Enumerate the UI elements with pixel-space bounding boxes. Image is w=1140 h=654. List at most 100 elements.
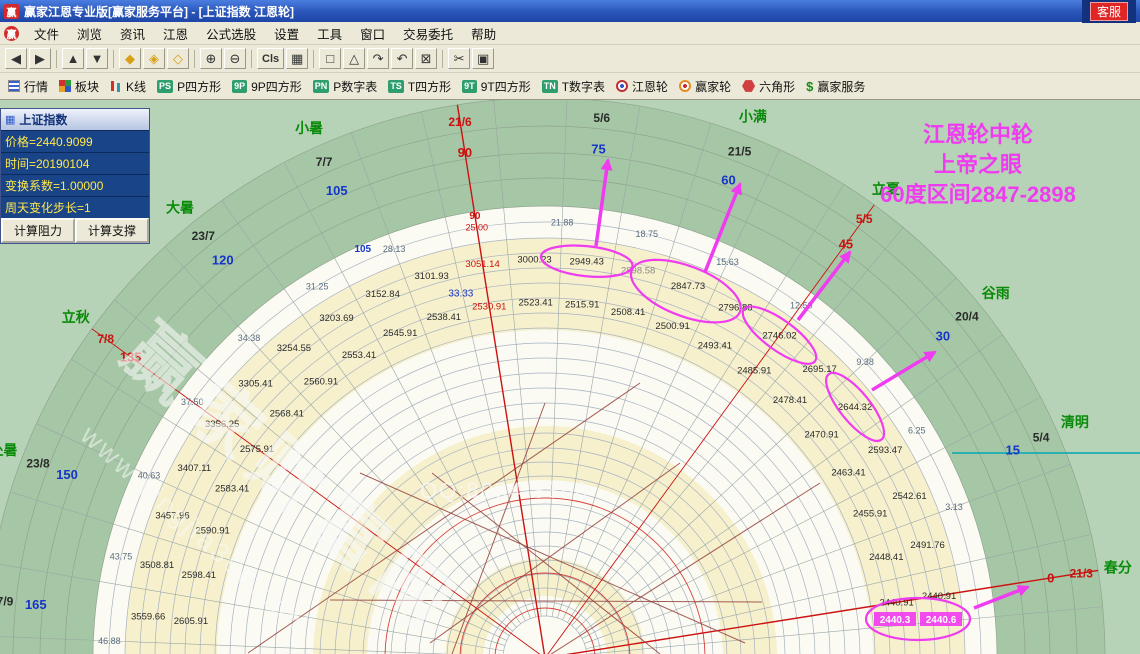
ribbon-item-9p[interactable]: 9P 9P四方形 (232, 78, 302, 95)
cls-button[interactable]: Cls (257, 48, 285, 69)
menu-item[interactable]: 交易委托 (394, 22, 462, 45)
ribbon-label: 六角形 (759, 79, 796, 94)
svg-text:105: 105 (354, 244, 371, 255)
diamond-outline-button[interactable]: ◇ (167, 48, 189, 69)
zoom-in-button[interactable]: ⊕ (200, 48, 222, 69)
svg-text:2478.41: 2478.41 (773, 395, 807, 406)
svg-text:大暑: 大暑 (166, 199, 194, 215)
toolbar-separator (251, 49, 252, 68)
menu-item[interactable]: 窗口 (351, 22, 394, 45)
menu-item[interactable]: 资讯 (111, 22, 154, 45)
ribbon-label: K线 (126, 79, 147, 94)
rect-tool-button[interactable]: □ (319, 48, 342, 69)
svg-text:2485.91: 2485.91 (737, 365, 771, 376)
svg-text:立夏: 立夏 (872, 181, 901, 197)
quotes-icon (8, 80, 20, 92)
svg-text:2560.91: 2560.91 (304, 377, 338, 388)
customer-service-button[interactable]: 客服 (1089, 1, 1128, 21)
svg-text:2949.43: 2949.43 (570, 257, 604, 268)
svg-text:135: 135 (120, 350, 142, 365)
ribbon-item-hexagon[interactable]: 六角形 (742, 78, 795, 95)
back-button[interactable]: ◀ (5, 48, 27, 69)
info-row: 时间=20190104 (1, 152, 149, 174)
svg-text:21/6: 21/6 (448, 115, 472, 129)
ribbon-item-ts[interactable]: TS T四方形 (388, 78, 451, 95)
ribbon-item-quotes[interactable]: 行情 (8, 78, 48, 95)
hexagon-icon (742, 80, 756, 92)
svg-text:23/7: 23/7 (192, 229, 216, 243)
ribbon-item-dollar[interactable]: $ 赢家服务 (806, 78, 865, 95)
chart-area: 0 15 30 45 60 75 90 105 120 135 150 165 21/3 5/4 20/4 5… (0, 100, 1140, 654)
svg-text:2796.88: 2796.88 (718, 303, 752, 314)
menu-item[interactable]: 设置 (265, 22, 308, 45)
info-row: 价格=2440.9099 (1, 130, 149, 152)
ribbon-item-gann-wheel[interactable]: 江恩轮 (616, 78, 668, 95)
menu-item[interactable]: 帮助 (462, 22, 505, 45)
ps-badge-icon: PS (157, 79, 174, 93)
undo-tool-button[interactable]: ↶ (391, 48, 414, 69)
diamond-grid-button[interactable]: ◈ (143, 48, 165, 69)
svg-text:40.63: 40.63 (138, 471, 161, 481)
svg-text:2598.41: 2598.41 (182, 570, 216, 581)
svg-text:3.13: 3.13 (945, 502, 963, 512)
filter-button[interactable]: ▼ (86, 48, 108, 69)
svg-text:60: 60 (721, 173, 735, 188)
zoom-out-button[interactable]: ⊖ (224, 48, 246, 69)
menu-item[interactable]: 江恩 (154, 22, 197, 45)
svg-text:处暑: 处暑 (0, 442, 18, 458)
info-button[interactable]: 计算支撑 (75, 218, 149, 243)
menu-logo-icon: 赢 (4, 25, 19, 41)
ts-badge-icon: TS (388, 79, 404, 93)
toolbar-separator (194, 49, 195, 68)
svg-text:2463.41: 2463.41 (831, 467, 865, 478)
ribbon-item-winner-wheel[interactable]: 赢家轮 (679, 78, 731, 95)
note-tool-button[interactable]: ▣ (472, 48, 495, 69)
ribbon-label: T四方形 (407, 79, 452, 94)
svg-text:3508.81: 3508.81 (140, 560, 174, 571)
pn-badge-icon: PN (312, 79, 330, 93)
toolbar-separator (113, 49, 114, 68)
svg-text:3407.11: 3407.11 (178, 463, 212, 474)
9t-badge-icon: 9T (462, 79, 477, 93)
menu-item[interactable]: 公式选股 (197, 22, 265, 45)
svg-text:9.38: 9.38 (856, 357, 874, 367)
triangle-tool-button[interactable]: △ (343, 48, 366, 69)
ribbon-item-9t[interactable]: 9T 9T四方形 (462, 78, 531, 95)
svg-text:12.50: 12.50 (790, 300, 813, 310)
index-info-panel: ▦ 上证指数 价格=2440.9099 时间=20190104 变换系数=1.000… (0, 108, 150, 244)
info-row: 周天变化步长=1 (1, 196, 149, 218)
menu-item[interactable]: 工具 (308, 22, 351, 45)
svg-text:5/5: 5/5 (856, 212, 873, 226)
svg-text:立秋: 立秋 (62, 309, 91, 325)
svg-text:2545.91: 2545.91 (383, 328, 417, 339)
grid-window-button[interactable]: ▦ (286, 48, 309, 69)
ribbon-item-kline[interactable]: K线 (110, 78, 146, 95)
info-button[interactable]: 计算阻力 (1, 218, 75, 243)
cut-tool-button[interactable]: ✂ (448, 48, 471, 69)
svg-text:18.75: 18.75 (636, 229, 659, 239)
arc-tool-button[interactable]: ↷ (367, 48, 390, 69)
svg-text:3000.23: 3000.23 (517, 254, 551, 265)
svg-text:2553.41: 2553.41 (342, 350, 376, 361)
kline-icon (110, 80, 122, 93)
svg-text:3051.14: 3051.14 (465, 259, 499, 270)
toolbar-separator (313, 49, 315, 68)
tn-badge-icon: TN (541, 79, 558, 93)
ribbon-item-ps[interactable]: PS P四方形 (157, 78, 221, 95)
svg-text:15.63: 15.63 (716, 257, 739, 267)
svg-text:谷雨: 谷雨 (982, 285, 1010, 301)
ribbon-label: 9P四方形 (251, 79, 302, 94)
svg-text:3254.55: 3254.55 (277, 343, 311, 354)
diamond-solid-button[interactable]: ◆ (119, 48, 141, 69)
gann-wheel-canvas[interactable]: 0 15 30 45 60 75 90 105 120 135 150 165 21/3 5/4 20/4 5… (0, 100, 1140, 654)
erase-tool-button[interactable]: ⊠ (415, 48, 438, 69)
menu-bar: 赢 文件 浏览 资讯 江恩 公式选股 设置 工具 窗口 交易委托 帮助 (0, 22, 1140, 45)
menu-item[interactable]: 文件 (25, 22, 68, 45)
menu-item[interactable]: 浏览 (68, 22, 111, 45)
ribbon-item-sectors[interactable]: 板块 (59, 78, 99, 95)
forward-button[interactable]: ▶ (29, 48, 51, 69)
ribbon-item-tn[interactable]: TN T数字表 (541, 78, 605, 95)
pointer-button[interactable]: ▲ (62, 48, 84, 69)
svg-text:2440.91: 2440.91 (922, 591, 956, 602)
ribbon-item-pn[interactable]: PN P数字表 (312, 78, 377, 95)
